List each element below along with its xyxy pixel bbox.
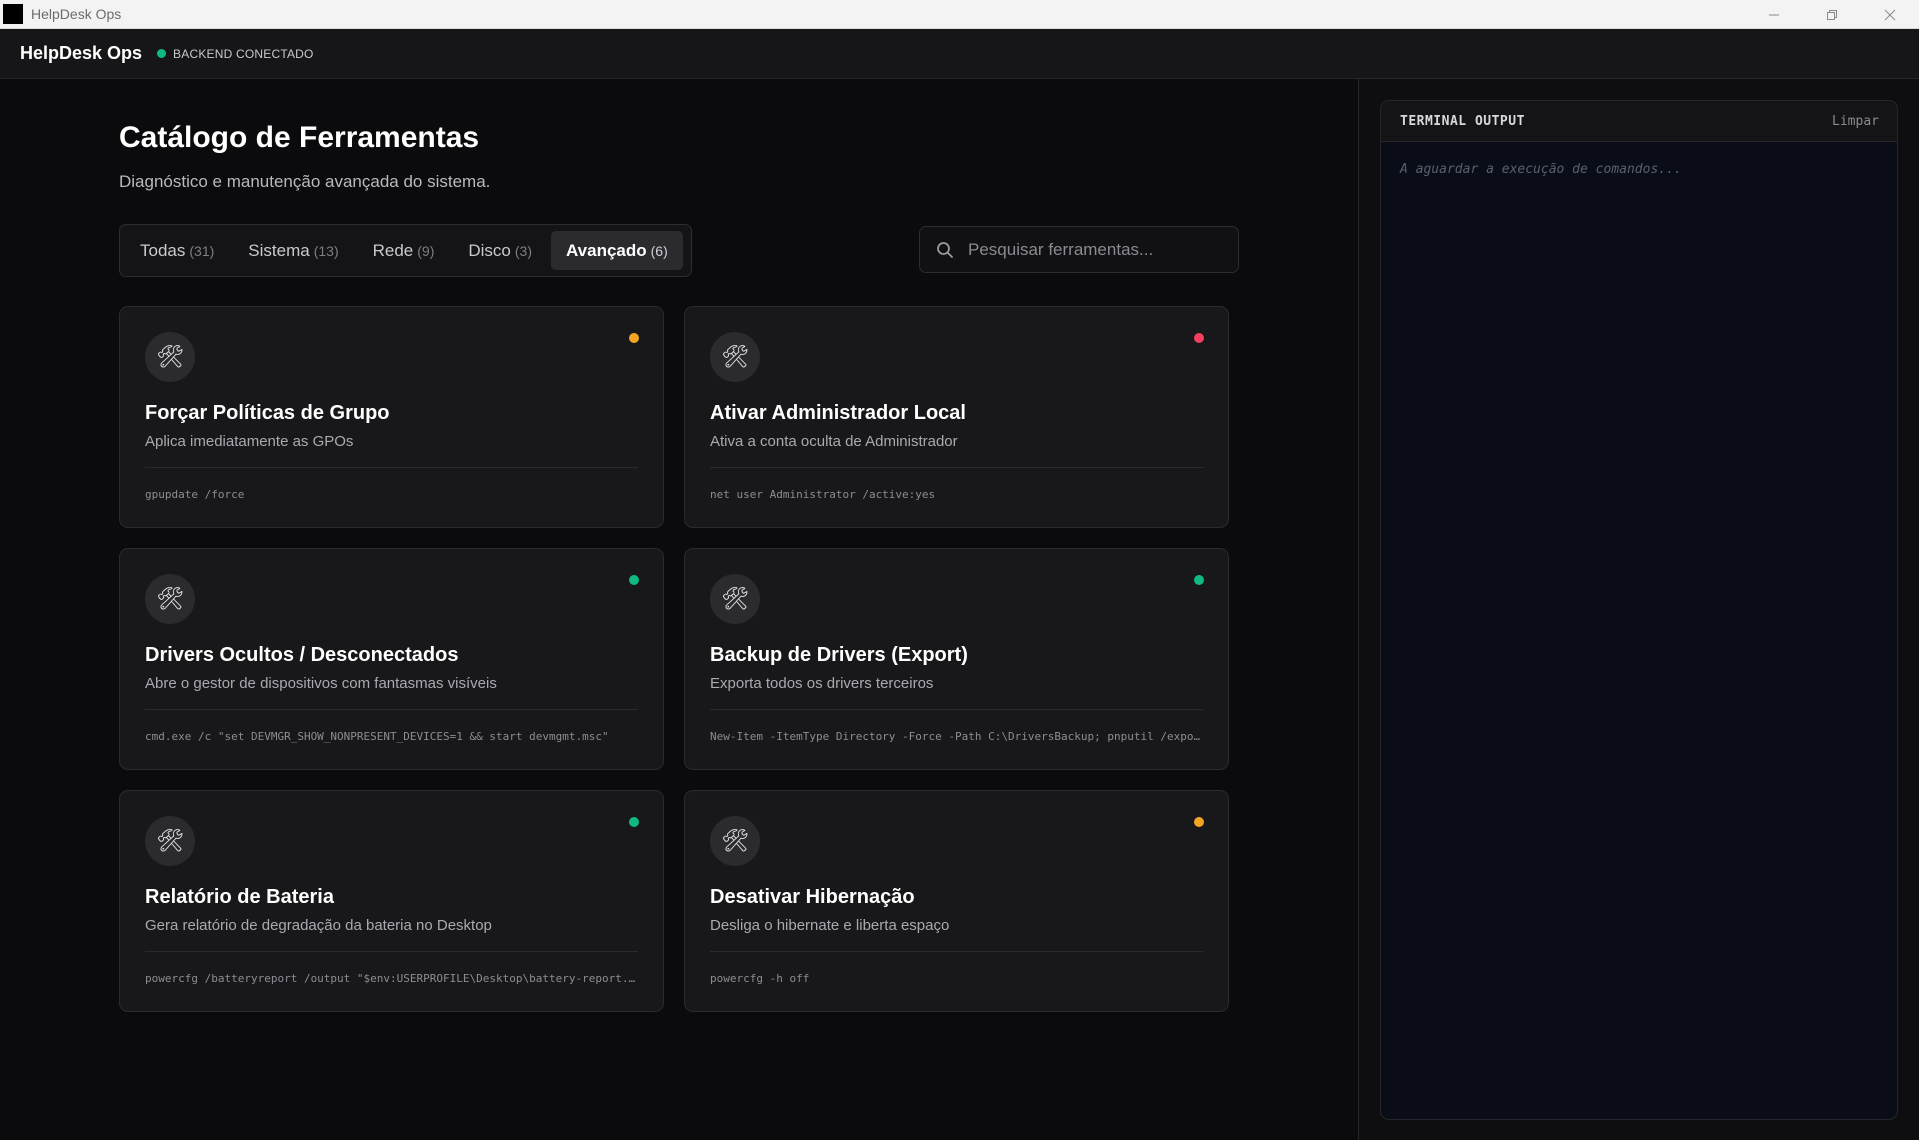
card-divider (145, 709, 638, 710)
risk-indicator-dot (629, 817, 639, 827)
tab-count: (13) (313, 242, 339, 259)
risk-indicator-dot (1194, 817, 1204, 827)
terminal-header: TERMINAL OUTPUT Limpar (1381, 101, 1897, 142)
window-controls (1745, 0, 1919, 29)
tab-count: (9) (417, 242, 435, 259)
tools-icon: 🛠 (710, 816, 760, 866)
tool-command: net user Administrator /active:yes (710, 488, 936, 501)
app-brand: HelpDesk Ops (20, 43, 143, 63)
tab-count: (3) (514, 242, 533, 259)
tool-description: Ativa a conta oculta de Administrador (710, 433, 958, 450)
clear-terminal-button[interactable]: Limpar (1832, 114, 1879, 129)
tools-icon: 🛠 (710, 574, 760, 624)
tab-label: Avançado (566, 240, 647, 260)
tab-label: Disco (468, 240, 511, 260)
tool-description: Gera relatório de degradação da bateria … (145, 917, 492, 934)
card-divider (145, 467, 638, 468)
tool-description: Exporta todos os drivers terceiros (710, 675, 934, 692)
tool-card[interactable]: 🛠 Ativar Administrador Local Ativa a con… (684, 306, 1229, 528)
terminal-title: TERMINAL OUTPUT (1400, 113, 1525, 129)
tool-title: Forçar Políticas de Grupo (145, 402, 390, 424)
tab-label: Todas (140, 240, 186, 260)
tool-title: Relatório de Bateria (145, 886, 334, 908)
tools-icon: 🛠 (710, 332, 760, 382)
tab-label: Rede (372, 240, 414, 260)
risk-indicator-dot (629, 333, 639, 343)
backend-status-dot (157, 49, 167, 58)
terminal-placeholder: A aguardar a execução de comandos... (1400, 162, 1682, 177)
search-box (919, 226, 1239, 273)
tab-todas[interactable]: Todas (31) (125, 231, 229, 270)
tool-command: gpupdate /force (145, 488, 245, 501)
window-titlebar: HelpDesk Ops (0, 0, 1919, 29)
search-icon (937, 241, 953, 258)
tool-card[interactable]: 🛠 Backup de Drivers (Export) Exporta tod… (684, 548, 1229, 770)
main-content: Catálogo de Ferramentas Diagnóstico e ma… (0, 79, 1358, 1140)
window-title: HelpDesk Ops (31, 6, 122, 22)
tab-label: Sistema (248, 240, 310, 260)
tool-command: New-Item -ItemType Directory -Force -Pat… (710, 730, 1205, 743)
app-icon (3, 4, 23, 24)
risk-indicator-dot (629, 575, 639, 585)
tab-count: (31) (189, 242, 215, 259)
close-icon[interactable] (1861, 0, 1919, 29)
terminal-panel: TERMINAL OUTPUT Limpar A aguardar a exec… (1380, 100, 1898, 1120)
tool-card[interactable]: 🛠 Forçar Políticas de Grupo Aplica imedi… (119, 306, 664, 528)
tool-title: Desativar Hibernação (710, 886, 915, 908)
risk-indicator-dot (1194, 333, 1204, 343)
category-tabs: Todas (31) Sistema (13) Rede (9) Disco (… (119, 224, 692, 277)
search-input[interactable] (968, 239, 1218, 260)
card-divider (710, 951, 1203, 952)
tool-card[interactable]: 🛠 Drivers Ocultos / Desconectados Abre o… (119, 548, 664, 770)
tab-sistema[interactable]: Sistema (13) (233, 231, 353, 270)
tool-title: Drivers Ocultos / Desconectados (145, 644, 459, 666)
side-panel: TERMINAL OUTPUT Limpar A aguardar a exec… (1358, 79, 1919, 1140)
tab-count: (6) (650, 242, 668, 259)
tool-command: cmd.exe /c "set DEVMGR_SHOW_NONPRESENT_D… (145, 730, 609, 743)
backend-status-text: BACKEND CONECTADO (173, 46, 314, 61)
card-divider (145, 951, 638, 952)
minimize-icon[interactable] (1745, 0, 1803, 29)
tools-icon: 🛠 (145, 816, 195, 866)
card-divider (710, 709, 1203, 710)
tools-icon: 🛠 (145, 574, 195, 624)
page-subtitle: Diagnóstico e manutenção avançada do sis… (119, 172, 491, 191)
tool-title: Ativar Administrador Local (710, 402, 966, 424)
terminal-output[interactable]: A aguardar a execução de comandos... (1381, 142, 1897, 197)
tool-title: Backup de Drivers (Export) (710, 644, 968, 666)
page-title: Catálogo de Ferramentas (119, 121, 480, 154)
tab-avancado[interactable]: Avançado (6) (551, 231, 683, 270)
tool-command: powercfg /batteryreport /output "$env:US… (145, 972, 640, 985)
restore-icon[interactable] (1803, 0, 1861, 29)
tool-description: Aplica imediatamente as GPOs (145, 433, 354, 450)
app-header: HelpDesk Ops BACKEND CONECTADO (0, 29, 1919, 79)
card-divider (710, 467, 1203, 468)
tool-card[interactable]: 🛠 Relatório de Bateria Gera relatório de… (119, 790, 664, 1012)
tools-icon: 🛠 (145, 332, 195, 382)
tool-card[interactable]: 🛠 Desativar Hibernação Desliga o hiberna… (684, 790, 1229, 1012)
tab-disco[interactable]: Disco (3) (453, 231, 547, 270)
tool-command: powercfg -h off (710, 972, 810, 985)
tab-rede[interactable]: Rede (9) (358, 231, 450, 270)
tool-description: Abre o gestor de dispositivos com fantas… (145, 675, 497, 692)
risk-indicator-dot (1194, 575, 1204, 585)
tool-description: Desliga o hibernate e liberta espaço (710, 917, 950, 934)
